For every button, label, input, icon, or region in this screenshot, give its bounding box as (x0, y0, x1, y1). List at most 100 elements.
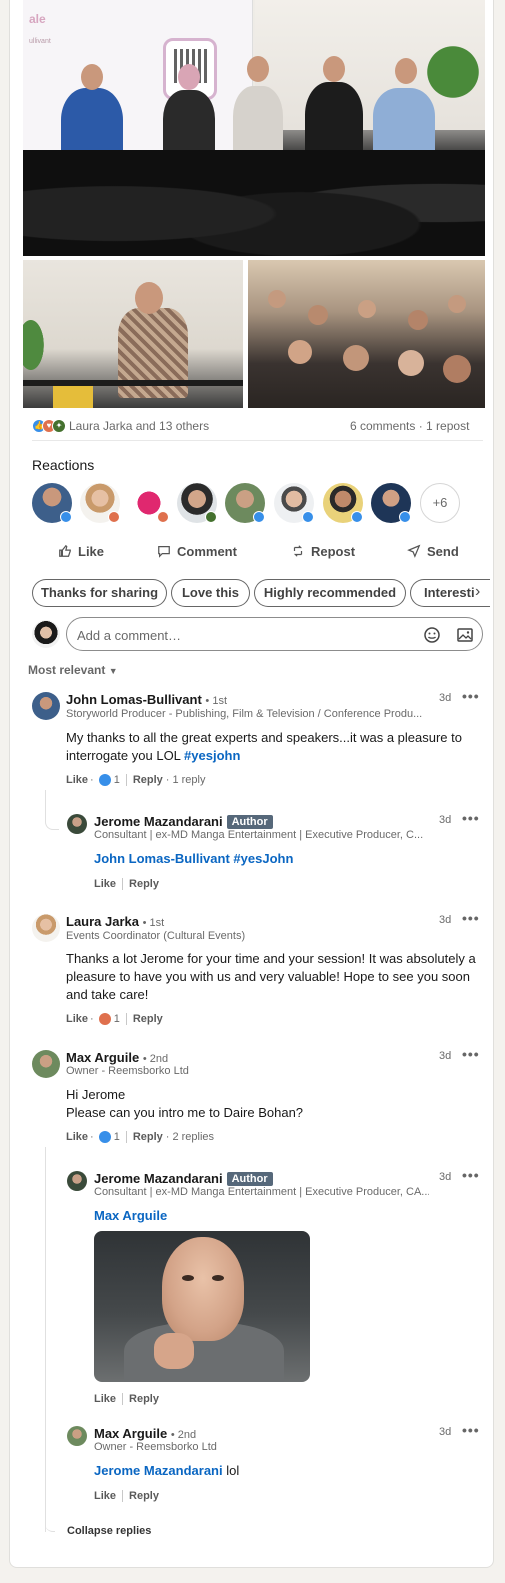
replies-count[interactable]: 2 replies (172, 1131, 214, 1143)
comment-button[interactable]: Comment (157, 541, 237, 561)
like-button[interactable]: Like (58, 541, 104, 561)
plant-icon (23, 310, 49, 380)
comment-like-button[interactable]: Like (94, 878, 116, 890)
post-image-main[interactable]: ale ullivant (23, 0, 485, 256)
commenter-name-text: Jerome Mazandarani (94, 814, 223, 829)
background-wall (255, 0, 485, 130)
commenter-name[interactable]: Jerome Mazandarani Author (94, 1171, 273, 1186)
commenter-name-text: Laura Jarka (66, 914, 139, 929)
ellipsis-icon[interactable]: ••• (462, 1167, 480, 1183)
more-reactors-button[interactable]: +6 (420, 483, 460, 523)
thread-line (45, 790, 59, 830)
commenter-avatar[interactable] (67, 814, 87, 834)
comment-like-button[interactable]: Like (66, 1013, 88, 1025)
mention-link[interactable]: Max Arguile (94, 1208, 167, 1223)
like-badge-icon (60, 511, 72, 523)
comment-like-button[interactable]: Like (66, 1131, 88, 1143)
post-image-audience[interactable] (248, 260, 485, 408)
commenter-name[interactable]: Jerome Mazandarani Author (94, 814, 273, 829)
commenter-avatar[interactable] (32, 692, 60, 720)
panelist-head (247, 56, 269, 82)
commenter-headline: Events Coordinator (Cultural Events) (66, 930, 246, 942)
comment-reply-button[interactable]: Reply (133, 1131, 163, 1143)
panelist-head (178, 64, 200, 90)
comment-like-button[interactable]: Like (94, 1393, 116, 1405)
commenter-name[interactable]: Max Arguile • 2nd (66, 1050, 168, 1065)
gif-image[interactable] (94, 1231, 310, 1382)
comment-text: John Lomas-Bullivant #yesJohn (94, 850, 474, 868)
like-badge-icon (253, 511, 265, 523)
send-label: Send (427, 543, 459, 559)
comment-input[interactable] (77, 625, 377, 645)
reactions-title: Reactions (32, 457, 95, 473)
audience-member (268, 290, 286, 308)
commenter-name[interactable]: Max Arguile • 2nd (94, 1426, 196, 1441)
current-user-avatar[interactable] (32, 620, 60, 648)
ellipsis-icon[interactable]: ••• (462, 810, 480, 826)
comment-time: 3d (439, 1050, 452, 1062)
comment-time: 3d (439, 1171, 452, 1183)
comment-icon (158, 546, 170, 558)
chevron-right-icon[interactable]: › (475, 583, 480, 601)
commenter-avatar[interactable] (32, 1050, 60, 1078)
mention-link[interactable]: Jerome Mazandarani (94, 1463, 223, 1478)
post-image-speaker[interactable] (23, 260, 243, 408)
comment-line: Please can you intro me to Daire Bohan? (66, 1105, 304, 1120)
commenter-name[interactable]: Laura Jarka • 1st (66, 914, 164, 929)
reaction-count[interactable]: 1 (114, 774, 120, 786)
suggestion-chip[interactable]: Highly recommended (254, 579, 406, 607)
sort-dropdown[interactable]: Most relevant ▼ (28, 663, 118, 677)
commenter-avatar[interactable] (67, 1426, 87, 1446)
collapse-replies-button[interactable]: Collapse replies (67, 1525, 151, 1537)
sort-label: Most relevant (28, 663, 106, 677)
reaction-icons[interactable]: 👍 ♥ ✦ (32, 419, 68, 433)
reaction-count[interactable]: 1 (114, 1131, 120, 1143)
image-icon[interactable] (456, 626, 474, 644)
commenter-avatar[interactable] (32, 914, 60, 942)
hashtag-link[interactable]: #yesjohn (184, 748, 240, 763)
commenter-name[interactable]: John Lomas-Bullivant • 1st (66, 692, 227, 707)
comment-reply-button[interactable]: Reply (133, 774, 163, 786)
ellipsis-icon[interactable]: ••• (462, 1422, 480, 1438)
reaction-count[interactable]: 1 (114, 1013, 120, 1025)
reactions-summary[interactable]: Laura Jarka and 13 others (69, 419, 209, 433)
like-badge-icon (399, 511, 411, 523)
gif-figure-eye (182, 1275, 194, 1281)
mention-link[interactable]: John Lomas-Bullivant (94, 851, 230, 866)
comment-line: Hi Jerome (66, 1087, 126, 1102)
ellipsis-icon[interactable]: ••• (462, 688, 480, 704)
comment-reply-button[interactable]: Reply (133, 1013, 163, 1025)
suggestion-chip[interactable]: Love this (171, 579, 250, 607)
hashtag-link[interactable]: #yesJohn (233, 851, 293, 866)
comment-composer[interactable] (66, 617, 483, 651)
repost-icon (293, 545, 303, 557)
comment-actions: Like · 1 Reply · 1 reply (66, 774, 206, 786)
comment-time: 3d (439, 914, 452, 926)
thread-line (45, 1515, 55, 1532)
comment-reply-button[interactable]: Reply (129, 1490, 159, 1502)
send-button[interactable]: Send (407, 541, 459, 561)
love-badge-icon (157, 511, 169, 523)
comment-like-button[interactable]: Like (66, 774, 88, 786)
emoji-icon[interactable] (423, 626, 441, 644)
comments-count[interactable]: 6 comments (350, 419, 415, 433)
ellipsis-icon[interactable]: ••• (462, 1046, 480, 1062)
replies-count[interactable]: 1 reply (172, 774, 205, 786)
commenter-headline: Consultant | ex-MD Manga Entertainment |… (94, 829, 424, 841)
send-icon (407, 544, 421, 558)
comment-body: My thanks to all the great experts and s… (66, 730, 462, 763)
like-icon (98, 774, 111, 786)
suggestion-chip[interactable]: Thanks for sharing (32, 579, 167, 607)
comment-actions: Like · 1 Reply (66, 1013, 163, 1025)
commenter-name-text: Jerome Mazandarani (94, 1171, 223, 1186)
repost-button[interactable]: Repost (291, 541, 355, 561)
reposts-count[interactable]: 1 repost (426, 419, 469, 433)
ellipsis-icon[interactable]: ••• (462, 910, 480, 926)
commenter-avatar[interactable] (67, 1171, 87, 1191)
comment-reply-button[interactable]: Reply (129, 1393, 159, 1405)
comment-like-button[interactable]: Like (94, 1490, 116, 1502)
presentation-screen: ale ullivant (23, 0, 253, 150)
like-badge-icon (302, 511, 314, 523)
comment-reply-button[interactable]: Reply (129, 878, 159, 890)
screen-text: ale (29, 12, 46, 26)
